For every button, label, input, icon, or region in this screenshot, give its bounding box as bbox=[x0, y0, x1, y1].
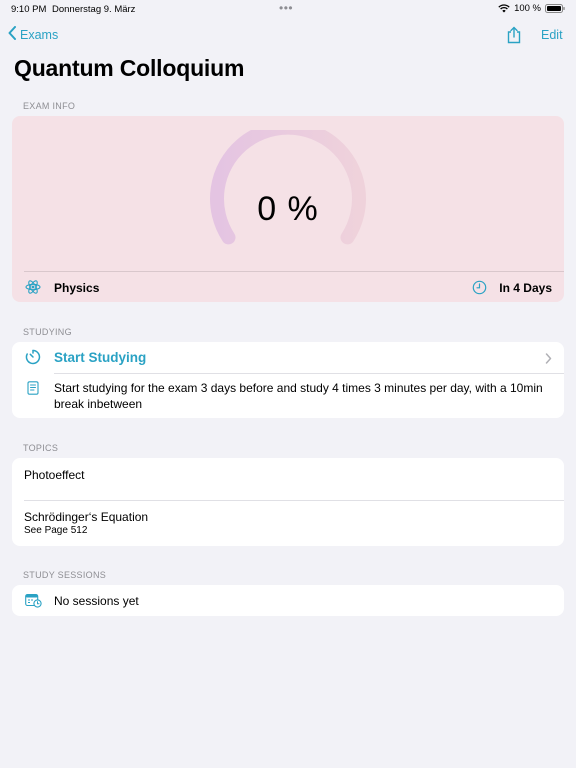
battery-icon bbox=[545, 4, 565, 13]
study-sessions-card: No sessions yet bbox=[12, 585, 564, 616]
no-sessions-label: No sessions yet bbox=[54, 594, 139, 608]
navigation-bar: Exams Edit bbox=[0, 24, 576, 46]
divider bbox=[54, 373, 564, 374]
timer-icon bbox=[25, 349, 41, 370]
multitasking-dots-icon[interactable]: ••• bbox=[279, 1, 293, 15]
battery-percent: 100 % bbox=[514, 3, 541, 14]
topic-subtitle: See Page 512 bbox=[24, 525, 88, 536]
topics-card: Photoeffect Schrödinger‘s Equation See P… bbox=[12, 458, 564, 546]
divider bbox=[24, 271, 564, 272]
study-plan-description: Start studying for the exam 3 days befor… bbox=[54, 381, 543, 411]
topic-item[interactable]: Schrödinger‘s Equation bbox=[24, 510, 148, 524]
wifi-icon bbox=[498, 4, 510, 13]
back-label: Exams bbox=[20, 27, 59, 42]
start-studying-label: Start Studying bbox=[54, 350, 147, 365]
atom-icon bbox=[25, 279, 41, 298]
exam-due: In 4 Days bbox=[499, 281, 552, 295]
progress-percentage: 0 % bbox=[257, 190, 319, 228]
back-button[interactable]: Exams bbox=[8, 26, 58, 43]
topics-header: TOPICS bbox=[23, 443, 59, 453]
calendar-clock-icon bbox=[25, 593, 42, 613]
document-icon bbox=[27, 381, 39, 400]
status-date: Donnerstag 9. März bbox=[52, 4, 136, 15]
studying-card: Start Studying Start studying for the ex… bbox=[12, 342, 564, 418]
status-time: 9:10 PM bbox=[11, 4, 47, 15]
status-bar: 9:10 PM Donnerstag 9. März ••• 100 % bbox=[0, 0, 576, 18]
topic-item[interactable]: Photoeffect bbox=[24, 468, 85, 482]
exam-info-footer: Physics In 4 Days bbox=[12, 278, 564, 298]
share-icon[interactable] bbox=[506, 26, 522, 49]
start-studying-button[interactable]: Start Studying bbox=[12, 342, 564, 373]
edit-button[interactable]: Edit bbox=[541, 28, 563, 42]
chevron-right-icon bbox=[545, 351, 552, 369]
studying-header: STUDYING bbox=[23, 327, 72, 337]
study-sessions-header: STUDY SESSIONS bbox=[23, 570, 107, 580]
status-right: 100 % bbox=[498, 3, 565, 14]
exam-info-header: EXAM INFO bbox=[23, 101, 76, 111]
page-title: Quantum Colloquium bbox=[14, 55, 245, 81]
clock-icon bbox=[472, 280, 487, 298]
exam-info-card: 0 % Physics In 4 Days bbox=[12, 116, 564, 302]
divider bbox=[24, 500, 564, 501]
chevron-left-icon bbox=[8, 26, 17, 43]
exam-subject: Physics bbox=[54, 281, 100, 295]
